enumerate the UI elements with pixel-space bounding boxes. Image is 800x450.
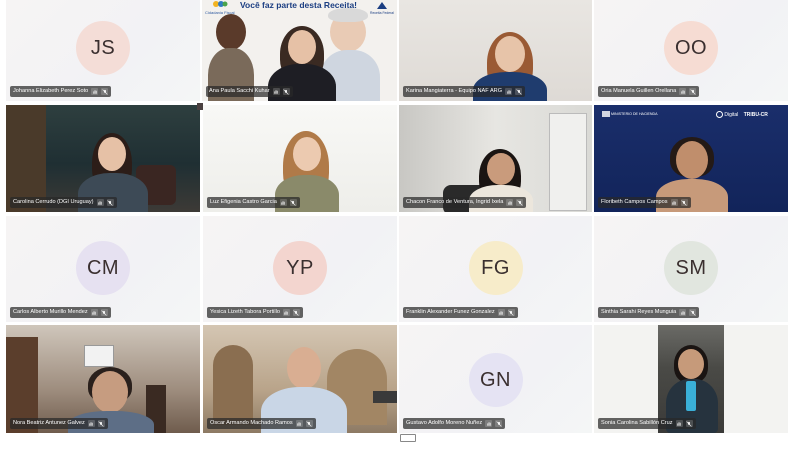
participant-name: Carlos Alberto Murillo Mendez (13, 309, 88, 315)
participant-tile[interactable]: OO Oria Manuela Guillen Orellana (594, 0, 788, 101)
participant-tile[interactable]: YP Yesica Lizeth Tabora Portillo (203, 216, 397, 322)
participant-name: Gustavo Adolfo Moreno Nuñez (406, 420, 483, 426)
participant-name: Sinthia Sarahi Reyes Munguia (601, 309, 677, 315)
participant-label: Carolina Cerrudo (DGI Uruguay) (10, 197, 117, 208)
raise-hand-icon (485, 420, 493, 427)
raise-hand-icon (279, 199, 287, 206)
participant-label: Yesica Lizeth Tabora Portillo (207, 307, 303, 318)
participant-tile[interactable]: MINISTERIO DE HACIENDA Digital TRIBU-CR … (594, 105, 788, 212)
raise-hand-icon (675, 420, 683, 427)
receita-federal-logo: Receita Federal (370, 1, 394, 15)
participant-tile[interactable]: Luz Efigenia Castro Garcia (203, 105, 397, 212)
avatar: JS (76, 21, 130, 75)
mic-muted-icon (689, 88, 697, 95)
avatar: SM (664, 241, 718, 295)
participant-tile[interactable]: GN Gustavo Adolfo Moreno Nuñez (399, 325, 592, 433)
participant-tile[interactable]: Sonia Carolina Sabillón Cruz (594, 325, 788, 433)
mic-muted-icon (689, 309, 697, 316)
mic-muted-icon (289, 199, 297, 206)
page-indicator[interactable] (400, 434, 416, 442)
participant-label: Nora Beatriz Antunez Galvez (10, 418, 108, 429)
mic-muted-icon (97, 420, 105, 427)
mic-muted-icon (282, 88, 290, 95)
participant-name: Chacon Franco de Ventura, Ingrid Ixela (406, 199, 504, 205)
raise-hand-icon (91, 88, 99, 95)
participant-tile[interactable]: Cidadania Fiscal Você faz parte desta Re… (202, 0, 397, 101)
mic-muted-icon (495, 420, 503, 427)
participant-name: Oria Manuela Guillen Orellana (601, 88, 677, 94)
participant-tile[interactable]: FG Franklin Alexander Funez Gonzalez (399, 216, 592, 322)
participant-name: Sonia Carolina Sabillón Cruz (601, 420, 673, 426)
tribu-cr-logo: Digital TRIBU-CR (716, 111, 768, 118)
raise-hand-icon (282, 309, 290, 316)
participant-label: Sonia Carolina Sabillón Cruz (598, 418, 696, 429)
cidadania-fiscal-logo: Cidadania Fiscal (205, 0, 235, 15)
avatar: OO (664, 21, 718, 75)
mic-muted-icon (685, 420, 693, 427)
avatar: YP (273, 241, 327, 295)
raise-hand-icon (670, 199, 678, 206)
mic-muted-icon (507, 309, 515, 316)
mic-muted-icon (292, 309, 300, 316)
mic-muted-icon (100, 309, 108, 316)
avatar: CM (76, 241, 130, 295)
raise-hand-icon (87, 420, 95, 427)
participant-name: Johanna Elizabeth Perez Soto (13, 88, 89, 94)
mic-muted-icon (106, 199, 114, 206)
participant-video (658, 325, 724, 433)
participant-label: Oria Manuela Guillen Orellana (598, 86, 700, 97)
participant-name: Ana Paula Sacchi Kuhar (209, 88, 270, 94)
participant-name: Luz Efigenia Castro Garcia (210, 199, 277, 205)
participant-label: Chacon Franco de Ventura, Ingrid Ixela (403, 197, 527, 208)
participant-tile[interactable]: CM Carlos Alberto Murillo Mendez (6, 216, 200, 322)
divider (197, 103, 203, 110)
mic-muted-icon (305, 420, 313, 427)
raise-hand-icon (96, 199, 104, 206)
raise-hand-icon (497, 309, 505, 316)
raise-hand-icon (679, 88, 687, 95)
participant-label: Luz Efigenia Castro Garcia (207, 197, 300, 208)
raise-hand-icon (272, 88, 280, 95)
participant-name: Nora Beatriz Antunez Galvez (13, 420, 85, 426)
participant-label: Oscar Armando Machado Ramos (207, 418, 316, 429)
participant-tile[interactable]: Oscar Armando Machado Ramos (203, 325, 397, 433)
mic-muted-icon (515, 88, 523, 95)
participant-label: Sinthia Sarahi Reyes Munguia (598, 307, 700, 318)
participant-name: Franklin Alexander Funez Gonzalez (406, 309, 495, 315)
avatar: GN (468, 353, 523, 407)
participant-name: Oscar Armando Machado Ramos (210, 420, 293, 426)
mic-muted-icon (101, 88, 109, 95)
participant-label: Gustavo Adolfo Moreno Nuñez (403, 418, 506, 429)
participant-tile[interactable]: SM Sinthia Sarahi Reyes Munguia (594, 216, 788, 322)
participant-tile[interactable]: Carolina Cerrudo (DGI Uruguay) (6, 105, 200, 212)
participant-name: Floribeth Campos Campos (601, 199, 668, 205)
raise-hand-icon (679, 309, 687, 316)
avatar: FG (468, 241, 523, 295)
raise-hand-icon (506, 199, 514, 206)
participant-tile[interactable]: JS Johanna Elizabeth Perez Soto (6, 0, 200, 101)
participant-tile[interactable]: Karina Mangiaterra - Equipo NAF ARG (399, 0, 592, 101)
participant-tile[interactable]: Nora Beatriz Antunez Galvez (6, 325, 200, 433)
participant-name: Karina Mangiaterra - Equipo NAF ARG (406, 88, 503, 94)
participant-label: Floribeth Campos Campos (598, 197, 691, 208)
mic-muted-icon (680, 199, 688, 206)
raise-hand-icon (505, 88, 513, 95)
participant-label: Franklin Alexander Funez Gonzalez (403, 307, 518, 318)
participant-label: Ana Paula Sacchi Kuhar (206, 86, 293, 97)
mic-muted-icon (516, 199, 524, 206)
raise-hand-icon (295, 420, 303, 427)
participant-name: Yesica Lizeth Tabora Portillo (210, 309, 280, 315)
participant-tile[interactable]: Chacon Franco de Ventura, Ingrid Ixela (399, 105, 592, 212)
participant-name: Carolina Cerrudo (DGI Uruguay) (13, 199, 94, 205)
raise-hand-icon (90, 309, 98, 316)
ministry-logo: MINISTERIO DE HACIENDA (602, 111, 658, 117)
participant-label: Carlos Alberto Murillo Mendez (10, 307, 111, 318)
participant-label: Johanna Elizabeth Perez Soto (10, 86, 112, 97)
participant-label: Karina Mangiaterra - Equipo NAF ARG (403, 86, 526, 97)
